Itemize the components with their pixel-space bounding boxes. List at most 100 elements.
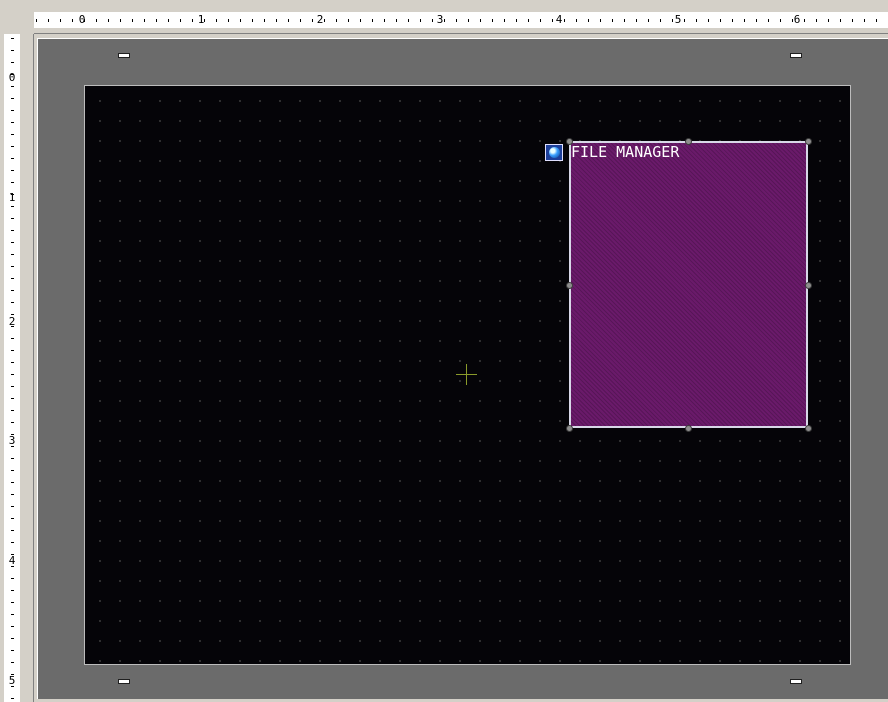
ruler-tick [168,19,169,22]
ruler-tick [11,614,14,615]
ruler-tick [672,19,673,22]
ruler-tick [864,19,865,22]
ruler-tick [11,458,14,459]
file-manager-part-body[interactable] [569,141,808,428]
selection-handle-nw[interactable] [566,138,573,145]
ruler-tick [11,254,14,255]
ruler-tick [11,698,14,699]
ruler-tick [660,19,661,22]
ruler-tick [528,19,529,22]
ruler-tick [360,19,361,22]
ruler-tick [372,19,373,22]
ruler-tick [156,19,157,22]
ruler-tick [744,19,745,22]
ruler-tick [11,74,14,75]
ruler-tick [11,314,14,315]
ruler-tick [11,638,14,639]
ruler-tick [11,278,14,279]
selection-handle-se[interactable] [805,425,812,432]
frame-handle-bottom-right[interactable] [790,679,802,684]
ruler-tick [108,19,109,22]
ruler-tick [11,362,14,363]
ruler-tick [576,19,577,22]
ruler-tick [720,19,721,22]
ruler-tick [804,19,805,22]
ruler-tick [828,19,829,22]
ruler-tick [11,170,14,171]
ruler-tick [11,446,14,447]
screen-base-frame: FILE MANAGER [37,38,888,699]
ruler-tick [444,19,445,22]
ruler-tick [648,19,649,22]
ruler-tick [11,566,14,567]
selection-handle-sw[interactable] [566,425,573,432]
selection-handle-s[interactable] [685,425,692,432]
ruler-tick [300,19,301,22]
ruler-tick [48,19,49,22]
horizontal-ruler-scale [34,12,888,28]
ruler-tick [96,19,97,22]
ruler-tick [816,19,817,22]
ruler-tick [408,19,409,22]
ruler-tick [11,482,14,483]
editor-canvas[interactable]: FILE MANAGER [34,34,888,702]
ruler-tick [480,19,481,22]
selection-handle-w[interactable] [566,282,573,289]
ruler-tick [60,19,61,22]
ruler-tick [11,434,14,435]
ruler-tick [72,19,73,22]
ruler-tick [708,19,709,22]
ruler-tick [252,19,253,22]
ruler-tick [852,19,853,22]
ruler-tick [780,19,781,22]
ruler-top-label: 1 [197,13,205,26]
ruler-tick [11,302,14,303]
ruler-tick [504,19,505,22]
frame-handle-bottom-left[interactable] [118,679,130,684]
ruler-tick [396,19,397,22]
ruler-tick [11,146,14,147]
ruler-tick [11,590,14,591]
ruler-tick [564,19,565,22]
ruler-tick [11,386,14,387]
ruler-tick [11,62,14,63]
frame-handle-top-left[interactable] [118,53,130,58]
selection-handle-e[interactable] [805,282,812,289]
ruler-tick [288,19,289,22]
ruler-tick [11,410,14,411]
ruler-tick [11,530,14,531]
ruler-tick [11,602,14,603]
ruler-tick [11,266,14,267]
ruler-tick [11,650,14,651]
selection-handle-ne[interactable] [805,138,812,145]
ruler-top-label: 0 [78,13,86,26]
ruler-tick [11,230,14,231]
ruler-tick [756,19,757,22]
ruler-tick [11,506,14,507]
frame-handle-top-right[interactable] [790,53,802,58]
ruler-tick [432,19,433,22]
ruler-tick [228,19,229,22]
ruler-tick [11,398,14,399]
ruler-tick [216,19,217,22]
ruler-tick [11,494,14,495]
selection-handle-n[interactable] [685,138,692,145]
ruler-tick [11,554,14,555]
screen-editing-area[interactable]: FILE MANAGER [84,85,851,665]
ruler-tick [11,542,14,543]
ruler-tick [636,19,637,22]
file-manager-part[interactable]: FILE MANAGER [545,138,812,432]
ruler-tick [768,19,769,22]
ruler-tick [144,19,145,22]
ruler-tick [312,19,313,22]
ruler-tick [792,19,793,22]
globe-icon [545,144,563,161]
ruler-tick [11,578,14,579]
ruler-corner [0,0,34,34]
ruler-tick [11,518,14,519]
ruler-tick [456,19,457,22]
ruler-tick [120,19,121,22]
ruler-tick [11,686,14,687]
ruler-tick [624,19,625,22]
ruler-tick [11,350,14,351]
